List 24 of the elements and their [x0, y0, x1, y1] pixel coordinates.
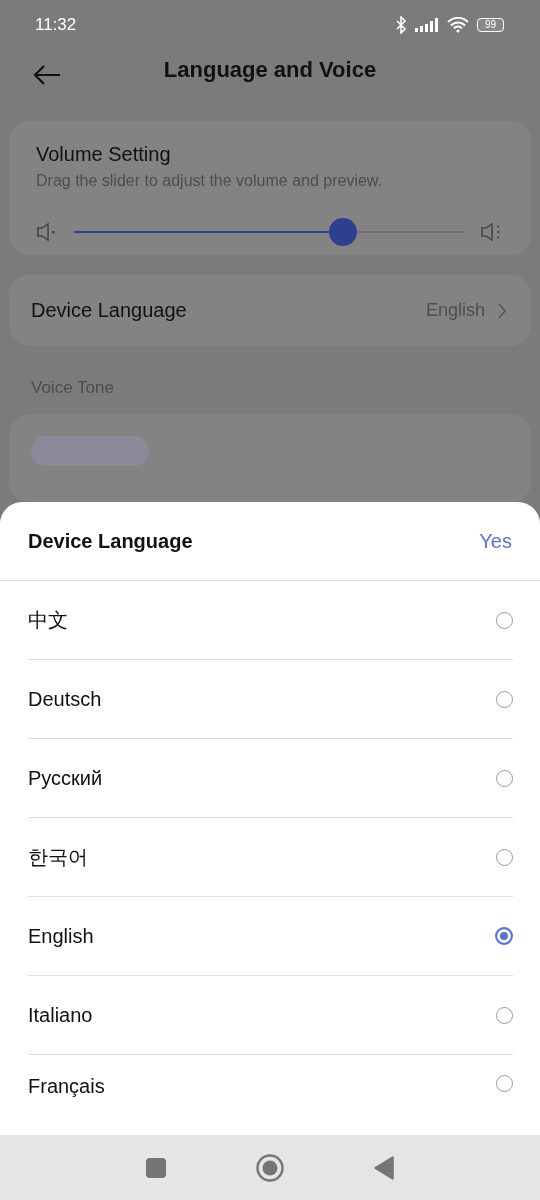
- language-option[interactable]: Français: [28, 1055, 513, 1111]
- back-icon[interactable]: [374, 1155, 394, 1180]
- volume-title: Volume Setting: [36, 142, 172, 166]
- bluetooth-icon: [394, 15, 407, 34]
- recents-icon[interactable]: [146, 1157, 166, 1178]
- page-title: Language and Voice: [163, 57, 377, 84]
- sheet-title: Device Language: [28, 529, 193, 553]
- row-label: Device Language: [31, 299, 188, 322]
- radio-button[interactable]: [495, 927, 513, 945]
- language-option[interactable]: 한국어: [28, 818, 513, 897]
- home-icon[interactable]: [256, 1153, 284, 1182]
- chevron-right-icon: [497, 301, 507, 320]
- language-option[interactable]: English: [28, 897, 513, 976]
- signal-icon: [414, 17, 439, 32]
- language-option[interactable]: Deutsch: [28, 660, 513, 739]
- language-option[interactable]: Русский: [28, 739, 513, 818]
- back-arrow-icon[interactable]: [32, 63, 62, 86]
- clock: 11:32: [35, 14, 77, 35]
- speaker-low-icon: [36, 221, 58, 242]
- language-option[interactable]: 中文: [28, 581, 513, 660]
- language-option[interactable]: Italiano: [28, 976, 513, 1055]
- confirm-button[interactable]: Yes: [479, 529, 512, 553]
- wifi-icon: [446, 16, 469, 33]
- battery-indicator: 99: [476, 17, 504, 32]
